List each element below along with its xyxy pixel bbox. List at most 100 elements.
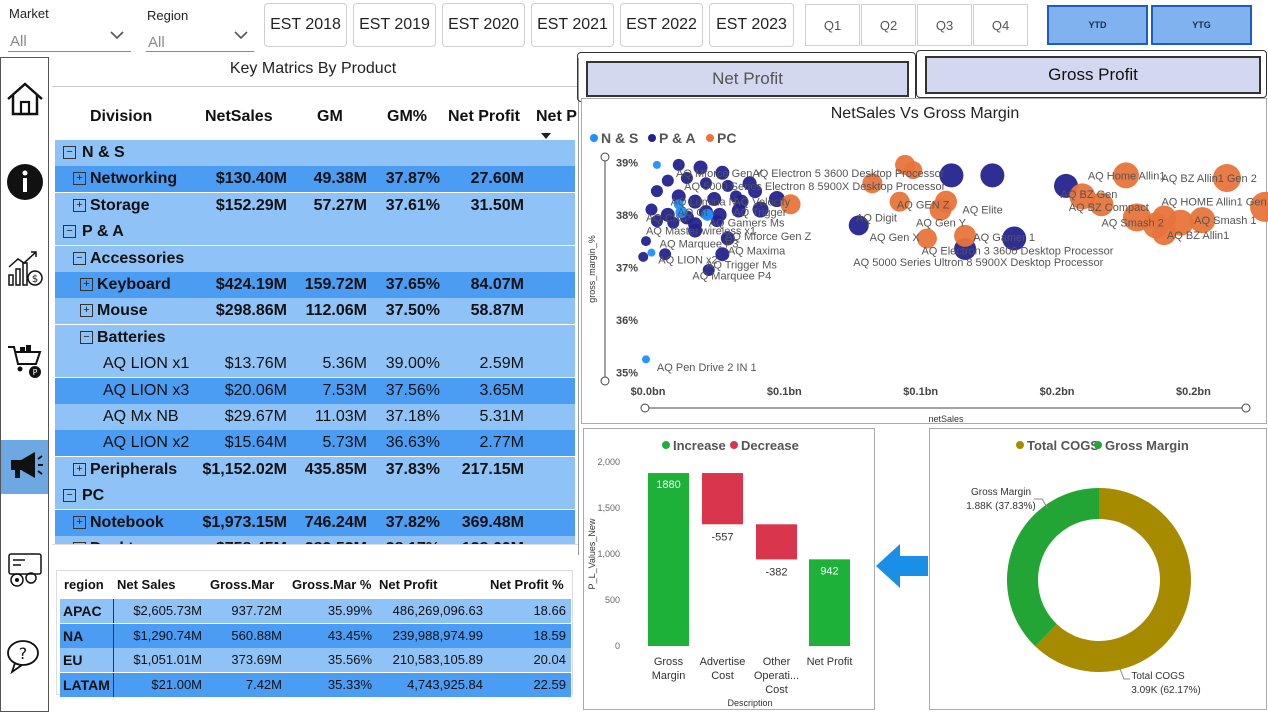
point-label: AQ Mforce Gen Y (676, 168, 763, 180)
sidebar-item-sales[interactable]: P (1, 336, 48, 390)
matrix-header-net-profit[interactable]: Net Profit (448, 108, 520, 126)
quarter-button-q2[interactable]: Q2 (861, 4, 916, 46)
region-dropdown[interactable]: All (146, 28, 254, 52)
region-header-net-profit-pct[interactable]: Net Profit % (490, 573, 564, 597)
region-header-gross-mar[interactable]: Gross.Mar (210, 573, 274, 597)
waterfall-bar (702, 473, 743, 525)
column-separator (113, 648, 114, 672)
year-button-2018[interactable]: EST 2018 (264, 3, 347, 47)
collapse-icon[interactable]: − (73, 251, 86, 265)
matrix-header-gm-pct[interactable]: GM% (387, 108, 427, 126)
collapse-icon[interactable]: − (63, 225, 76, 239)
expand-icon[interactable]: + (73, 515, 86, 529)
scatter-point (661, 174, 674, 187)
net-profit-button[interactable]: Net Profit (586, 61, 909, 97)
matrix-header-division[interactable]: Division (90, 108, 152, 126)
year-button-2023[interactable]: EST 2023 (709, 3, 794, 47)
legend-label: Decrease (741, 438, 799, 453)
region-table-row[interactable]: APAC $2,605.73M 937.72M 35.99% 486,269,096.6… (60, 599, 571, 623)
matrix-row-label: Networking (90, 170, 178, 188)
sidebar-item-marketing[interactable] (1, 440, 48, 494)
matrix-row[interactable]: + Storage $152.29M 57.27M 37.61% 31.50M (55, 192, 575, 219)
legend-marker (648, 134, 656, 142)
y-tick-label: 39% (616, 157, 638, 169)
region-header-region[interactable]: region (64, 573, 104, 597)
matrix-scrollbar[interactable] (52, 544, 578, 555)
y-tick-label: 500 (605, 595, 620, 605)
expand-icon[interactable]: + (73, 198, 86, 212)
expand-icon[interactable]: + (80, 304, 93, 318)
point-label: AQ GEN Z (897, 199, 950, 211)
year-button-2021[interactable]: EST 2021 (531, 3, 614, 47)
region-table-cell: $1,290.74M (133, 627, 202, 643)
legend-marker (1094, 441, 1102, 449)
matrix-row[interactable]: + Mouse $298.86M 112.06M 37.50% 58.87M (55, 298, 575, 325)
matrix-row[interactable]: + Notebook $1,973.15M 746.24M 37.82% 369.48M (55, 509, 575, 536)
matrix-row[interactable]: + Peripherals $1,152.02M 435.85M 37.83% 217.1… (55, 456, 575, 483)
quarter-button-q3[interactable]: Q3 (917, 4, 972, 46)
quarter-button-q1[interactable]: Q1 (805, 4, 860, 46)
matrix-row[interactable]: − P & A (55, 219, 575, 246)
bar-value-label: 942 (820, 565, 838, 577)
collapse-icon[interactable]: − (63, 146, 76, 159)
point-label: AQ Clx3 (646, 212, 687, 224)
matrix-header-netsales[interactable]: NetSales (205, 108, 273, 126)
region-header-net-sales[interactable]: Net Sales (117, 573, 176, 597)
matrix-row[interactable]: AQ LION x3 $20.06M 7.53M 37.56% 3.65M (55, 377, 575, 404)
cogs-vs-gross-margin-donut: Total COGS Gross Margin Gross Margin 1.88K … (966, 438, 1201, 696)
year-button-2022[interactable]: EST 2022 (620, 3, 703, 47)
matrix-row[interactable]: AQ Mx NB $29.67M 11.03M 37.18% 5.31M (55, 404, 575, 430)
slice-value-label: 1.88K (37.83%) (966, 501, 1036, 512)
collapse-icon[interactable]: − (80, 330, 93, 344)
matrix-row[interactable]: − Batteries (55, 324, 575, 351)
matrix-row[interactable]: + Keyboard $424.19M 159.72M 37.65% 84.07M (55, 272, 575, 298)
matrix-cell: 5.36M (322, 355, 367, 373)
region-table-row[interactable]: NA $1,290.74M 560.88M 43.45% 239,988,974.99 1… (60, 623, 571, 648)
ytd-button[interactable]: YTD (1047, 5, 1148, 45)
matrix-row[interactable]: AQ LION x1 $13.76M 5.36M 39.00% 2.59M (55, 351, 575, 378)
sidebar-item-support[interactable] (1, 545, 48, 599)
region-header-gross-mar-pct[interactable]: Gross.Mar % (292, 573, 371, 597)
matrix-cell: 39.00% (385, 355, 440, 373)
matrix-row[interactable]: − Accessories (55, 245, 575, 272)
year-button-2019[interactable]: EST 2019 (353, 3, 436, 47)
matrix-header-gm[interactable]: GM (317, 108, 343, 126)
year-button-2020[interactable]: EST 2020 (442, 3, 525, 47)
matrix-cell: 57.27M (313, 196, 367, 214)
region-table-row[interactable]: EU $1,051.01M 373.69M 35.56% 210,583,105.89 2… (60, 648, 571, 672)
sidebar-item-info[interactable] (1, 157, 48, 211)
expand-icon[interactable]: + (80, 278, 93, 291)
market-dropdown[interactable]: All (8, 28, 131, 52)
waterfall-bar (756, 524, 797, 560)
gross-profit-button[interactable]: Gross Profit (925, 56, 1261, 94)
matrix-row[interactable]: AQ LION x2 $15.64M 5.73M 36.63% 2.77M (55, 430, 575, 457)
legend-marker (662, 441, 670, 449)
matrix-header-net-profit-pct[interactable]: Net P (536, 108, 577, 126)
matrix-row-label: Mouse (97, 302, 148, 320)
profit-waterfall-chart: Increase Decrease 0 500 1,000 1,500 2,000 P_L_V… (587, 438, 852, 708)
chart-title: NetSales Vs Gross Margin (831, 105, 1020, 122)
quarter-button-q4[interactable]: Q4 (973, 4, 1028, 46)
expand-icon[interactable]: + (73, 462, 86, 476)
ytg-button[interactable]: YTG (1151, 5, 1252, 45)
sidebar-item-finance[interactable]: $ (1, 244, 48, 298)
x-tick-label: Other (763, 656, 791, 668)
matrix-cell: 37.61% (385, 196, 440, 214)
region-table-cell: $1,051.01M (133, 652, 202, 667)
sidebar-item-help[interactable]: ? (1, 632, 48, 686)
matrix-row[interactable]: − PC (55, 483, 575, 510)
x-tick-label: $0.2bn (1040, 386, 1075, 398)
sidebar-item-home[interactable] (1, 74, 48, 128)
y-slider-handle (600, 152, 610, 162)
matrix-row[interactable]: − N & S (55, 140, 575, 166)
region-table-row[interactable]: LATAM $21.00M 7.42M 35.33% 4,743,925.84 22.59 (60, 672, 571, 697)
expand-icon[interactable]: + (73, 172, 86, 186)
x-axis-label: netSales (928, 414, 964, 424)
bar-value-label: -557 (711, 531, 733, 543)
matrix-row[interactable]: + Networking $130.40M 49.38M 37.87% 27.60M (55, 166, 575, 193)
collapse-icon[interactable]: − (63, 489, 76, 503)
region-table-cell: 373.69M (231, 652, 282, 667)
y-tick-label: 0 (615, 641, 620, 651)
region-table-cell: 43.45% (327, 627, 372, 643)
region-table-cell: $21.00M (151, 676, 202, 692)
